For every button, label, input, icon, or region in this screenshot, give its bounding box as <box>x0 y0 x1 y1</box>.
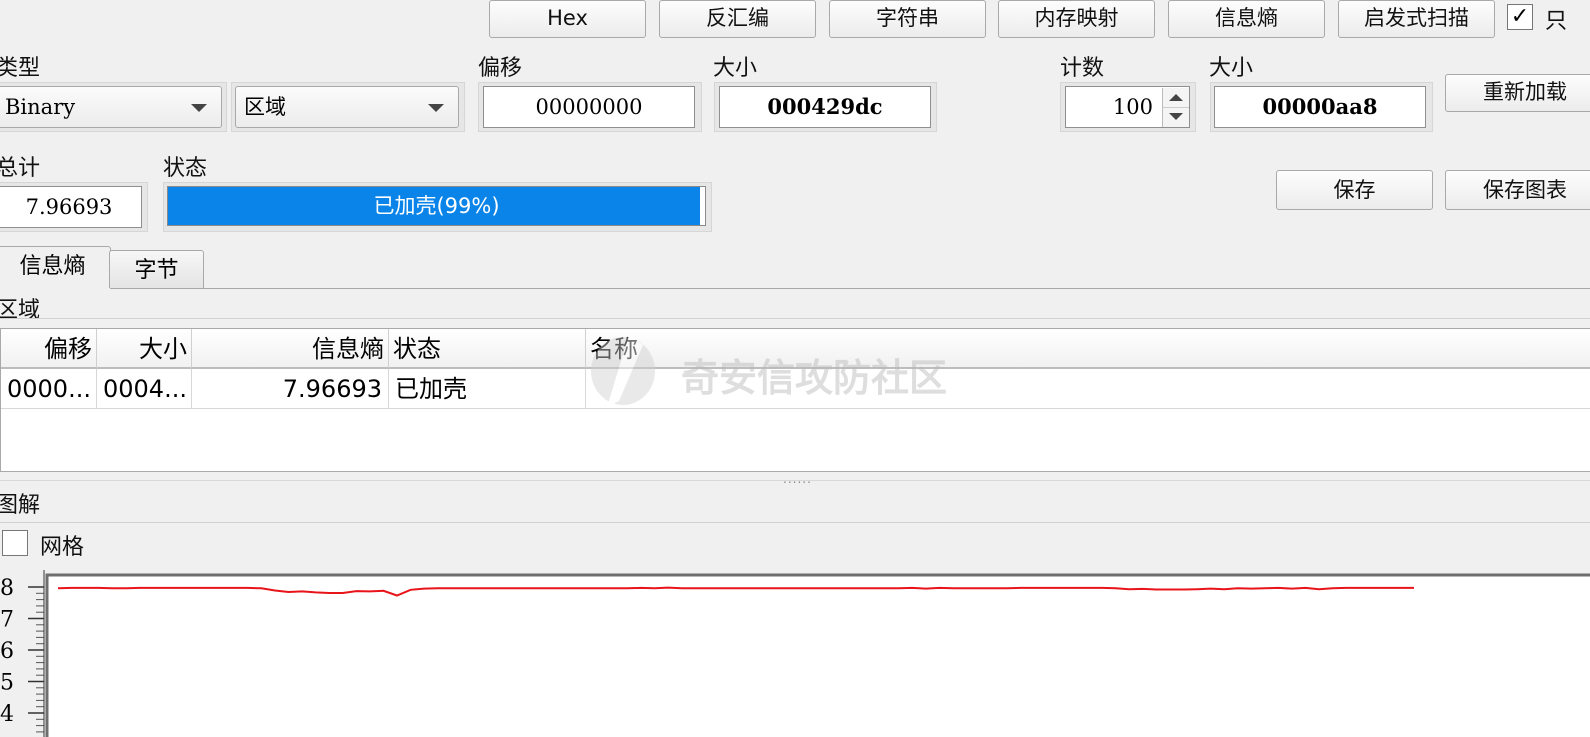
y-tick-label: 8 <box>0 576 14 601</box>
status-text: 已加壳(99%) <box>373 194 500 218</box>
y-tick-label: 6 <box>0 639 14 664</box>
splitter-handle[interactable]: ...... <box>783 472 812 486</box>
strings-button[interactable]: 字符串 <box>829 0 986 38</box>
checkmark-icon: ✓ <box>1510 4 1530 29</box>
region-select-value: 区域 <box>244 95 286 119</box>
cell-entropy: 7.96693 <box>192 369 389 409</box>
size-label: 大小 <box>713 56 758 81</box>
type-label: 类型 <box>0 56 41 81</box>
column-header-status[interactable]: 状态 <box>389 329 586 369</box>
entropy-chart: 8 7 6 5 4 <box>0 570 1590 737</box>
total-label: 总计 <box>0 156 41 181</box>
reload-button[interactable]: 重新加载 <box>1445 74 1590 112</box>
readonly-checkbox[interactable]: ✓ <box>1507 4 1533 30</box>
spin-up-icon[interactable] <box>1162 88 1189 107</box>
save-button[interactable]: 保存 <box>1276 170 1433 210</box>
y-tick-label: 4 <box>0 702 14 727</box>
grid-label: 网格 <box>40 535 85 560</box>
type-select-value: Binary <box>5 95 76 119</box>
spin-down-icon[interactable] <box>1162 107 1189 127</box>
status-label: 状态 <box>163 156 208 181</box>
offset-label: 偏移 <box>478 56 523 81</box>
y-tick-label: 7 <box>0 608 14 633</box>
size2-field[interactable]: 00000aa8 <box>1214 86 1426 128</box>
y-tick-label: 5 <box>0 671 14 696</box>
total-field[interactable]: 7.96693 <box>0 186 142 228</box>
cell-size: 0004... <box>97 369 192 409</box>
watermark-text: 奇安信攻防社区 <box>681 356 948 400</box>
entropy-button[interactable]: 信息熵 <box>1168 0 1325 38</box>
column-header-entropy[interactable]: 信息熵 <box>192 329 389 369</box>
regions-title: 区域 <box>0 298 41 323</box>
column-header-offset[interactable]: 偏移 <box>1 329 97 369</box>
region-select[interactable]: 区域 <box>235 86 459 128</box>
y-axis: 8 7 6 5 4 <box>0 570 45 737</box>
hex-button[interactable]: Hex <box>489 0 646 38</box>
count-label: 计数 <box>1060 56 1105 81</box>
chevron-down-icon <box>428 104 444 112</box>
type-select[interactable]: Binary <box>0 86 222 128</box>
regions-table[interactable]: 偏移 大小 信息熵 状态 名称 0000... 0004... 7.96693 … <box>0 328 1590 472</box>
cell-status: 已加壳 <box>389 369 586 409</box>
tab-bytes[interactable]: 字节 <box>109 250 204 288</box>
cell-offset: 0000... <box>1 369 97 409</box>
count-value: 100 <box>1112 95 1153 119</box>
watermark-logo-icon <box>591 335 655 407</box>
disassembly-button[interactable]: 反汇编 <box>659 0 816 38</box>
size-field[interactable]: 000429dc <box>719 86 931 128</box>
memory-map-button[interactable]: 内存映射 <box>998 0 1155 38</box>
status-progress-bar: 已加壳(99%) <box>167 186 706 226</box>
tab-entropy[interactable]: 信息熵 <box>0 246 111 289</box>
legend-title: 图解 <box>0 493 41 518</box>
column-header-size[interactable]: 大小 <box>97 329 192 369</box>
watermark: 奇安信攻防社区 <box>589 331 989 411</box>
chevron-down-icon <box>191 104 207 112</box>
plot-area <box>45 573 1590 737</box>
heuristic-scan-button[interactable]: 启发式扫描 <box>1338 0 1495 38</box>
grid-checkbox[interactable] <box>2 530 28 556</box>
readonly-label: 只 <box>1545 9 1568 34</box>
size2-label: 大小 <box>1209 56 1254 81</box>
offset-field[interactable]: 00000000 <box>483 86 695 128</box>
save-chart-button[interactable]: 保存图表 <box>1445 170 1590 210</box>
